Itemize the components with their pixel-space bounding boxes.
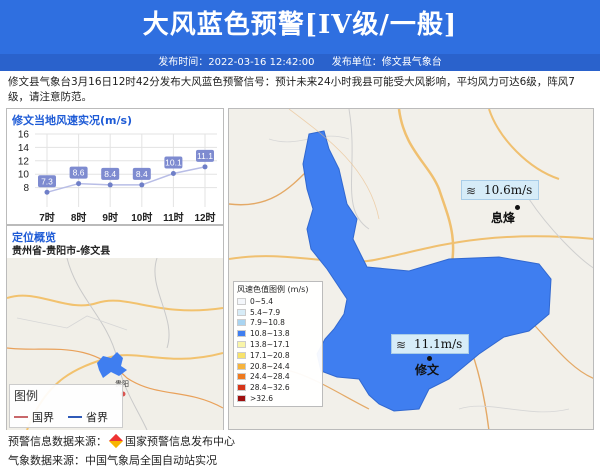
station-bubble-xiuwen[interactable]: ≋ 11.1m/s <box>391 334 470 354</box>
wind-speed-point <box>107 182 113 188</box>
data-label: 8.6 <box>73 168 85 178</box>
overview-map[interactable]: 贵阳 图例 国界 省界 <box>7 258 223 430</box>
wind-legend-swatch <box>237 319 246 327</box>
overview-legend-row: 国界 省界 <box>14 408 124 426</box>
wind-map-panel[interactable]: 风速色值图例 (m/s) 0~5.4 5.4~7.9 7.9~10.8 10.8~13… <box>228 108 594 430</box>
wind-legend-row: 20.8~24.4 <box>237 361 319 372</box>
wind-legend-row: 17.1~20.8 <box>237 350 319 361</box>
wind-speed-legend: 风速色值图例 (m/s) 0~5.4 5.4~7.9 7.9~10.8 10.8~13… <box>233 281 323 407</box>
wind-legend-swatch <box>237 341 246 349</box>
wind-legend-row: 0~5.4 <box>237 296 319 307</box>
wind-icon: ≋ <box>396 338 407 352</box>
y-tick-label: 14 <box>18 143 30 154</box>
wind-speed-point <box>44 189 50 195</box>
wind-legend-label: 28.4~32.6 <box>250 383 290 393</box>
wind-speed-chart: 8 10 12 14 16 7时 8时 9时 10时 11时 12时 7.3 8.6 8.4 8.4 10.1… <box>18 130 217 224</box>
station-wind-xifeng: 10.6m/s <box>484 183 533 197</box>
x-tick-label: 11时 <box>163 211 184 224</box>
data-label: 8.4 <box>104 169 116 179</box>
data-label: 11.1 <box>197 151 213 161</box>
publish-unit: 发布单位：修文县气象台 <box>331 57 442 68</box>
wind-legend-row: 13.8~17.1 <box>237 339 319 350</box>
wind-legend-swatch <box>237 351 246 359</box>
wind-legend-row: 10.8~13.8 <box>237 328 319 339</box>
legend-line-country <box>14 416 28 418</box>
wind-legend-label: 20.8~24.4 <box>250 361 290 371</box>
station-name-xiuwen: 修文 <box>415 363 440 377</box>
y-tick-label: 8 <box>23 183 29 194</box>
wind-legend-swatch <box>237 330 246 338</box>
warning-source-name[interactable]: 国家预警信息发布中心 <box>125 435 235 448</box>
wind-icon: ≋ <box>466 184 477 198</box>
station-bubble-xifeng[interactable]: ≋ 10.6m/s <box>461 180 540 200</box>
wind-legend-row: 28.4~32.6 <box>237 382 319 393</box>
overview-panel: 定位概览 贵州省-贵阳市-修文县 贵阳 图例 国界 省界 <box>6 225 224 430</box>
x-tick-label: 7时 <box>39 211 55 224</box>
wind-legend-swatch <box>237 395 246 403</box>
wind-legend-label: 10.8~13.8 <box>250 329 290 339</box>
legend-line-province <box>68 416 82 418</box>
wind-speed-panel: 修文当地风速实况(m/s) 8 10 12 14 16 7时 8时 9时 10时 11时 12时 7.… <box>6 108 224 225</box>
x-tick-label: 8时 <box>71 211 87 224</box>
wind-speed-point <box>76 181 82 187</box>
wind-legend-label: 13.8~17.1 <box>250 340 290 350</box>
overview-legend-title: 图例 <box>14 389 39 403</box>
overview-legend: 图例 国界 省界 <box>9 384 123 428</box>
publish-meta-bar: 发布时间：2022-03-16 12:42:00 发布单位：修文县气象台 <box>0 54 600 71</box>
warning-header: 大风蓝色预警[IV级/一般] <box>0 0 600 56</box>
wind-legend-row: 5.4~7.9 <box>237 307 319 318</box>
legend-label-province: 省界 <box>86 411 108 424</box>
wind-legend-swatch <box>237 384 246 392</box>
data-label: 10.1 <box>165 158 182 168</box>
wind-legend-swatch <box>237 362 246 370</box>
wind-legend-title: 风速色值图例 (m/s) <box>237 285 309 294</box>
station-dot-xifeng <box>515 205 520 210</box>
wind-legend-label: 24.4~28.4 <box>250 372 290 382</box>
wind-legend-label: 17.1~20.8 <box>250 350 290 360</box>
station-name-xifeng: 息烽 <box>491 211 516 225</box>
wind-legend-row: >32.6 <box>237 393 319 404</box>
wind-legend-swatch <box>237 308 246 316</box>
wind-legend-swatch <box>237 373 246 381</box>
wind-legend-label: 0~5.4 <box>250 296 273 306</box>
x-tick-label: 9时 <box>102 211 118 224</box>
y-tick-label: 12 <box>18 156 30 167</box>
wind-speed-point <box>139 182 145 188</box>
weather-source-line: 气象数据来源：中国气象局全国自动站实况 <box>8 454 217 467</box>
wind-legend-swatch <box>237 297 246 305</box>
publish-time: 发布时间：2022-03-16 12:42:00 <box>158 57 315 68</box>
x-tick-label: 10时 <box>131 211 152 224</box>
data-label: 8.4 <box>136 169 148 179</box>
overview-subtitle: 贵州省-贵阳市-修文县 <box>12 246 111 257</box>
warning-source-label: 预警信息数据来源： <box>8 435 107 448</box>
warning-source-line: 预警信息数据来源： 国家预警信息发布中心 <box>8 432 235 451</box>
wind-legend-row: 24.4~28.4 <box>237 372 319 383</box>
y-tick-label: 10 <box>18 170 30 181</box>
warning-center-logo-icon <box>108 433 124 449</box>
wind-legend-row: 7.9~10.8 <box>237 318 319 329</box>
wind-speed-point <box>170 171 176 177</box>
warning-title: 大风蓝色预警[IV级/一般] <box>142 10 458 40</box>
wind-legend-label: >32.6 <box>250 394 273 404</box>
wind-legend-rows: 0~5.4 5.4~7.9 7.9~10.8 10.8~13.8 13.8~17.1 17… <box>237 296 319 404</box>
wind-legend-label: 7.9~10.8 <box>250 318 285 328</box>
legend-label-country: 国界 <box>32 411 54 424</box>
y-tick-label: 16 <box>18 130 30 141</box>
wind-legend-label: 5.4~7.9 <box>250 307 281 317</box>
station-wind-xiuwen: 11.1m/s <box>414 337 463 351</box>
data-sources: 预警信息数据来源： 国家预警信息发布中心 气象数据来源：中国气象局全国自动站实况 <box>8 432 235 470</box>
warning-summary: 修文县气象台3月16日12时42分发布大风蓝色预警信号：预计未来24小时我县可能… <box>8 76 575 103</box>
data-label: 7.3 <box>41 176 53 186</box>
wind-speed-point <box>202 164 208 170</box>
x-tick-label: 12时 <box>194 211 215 224</box>
